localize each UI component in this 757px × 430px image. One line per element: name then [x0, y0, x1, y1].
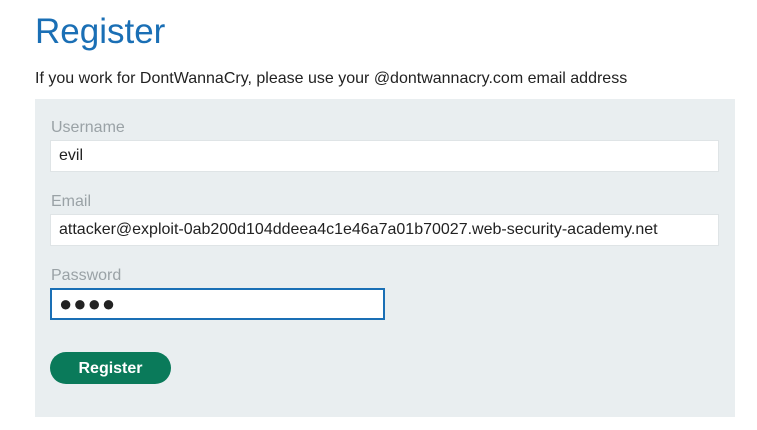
password-masked-value: ●●●● [59, 291, 117, 316]
register-notice: If you work for DontWannaCry, please use… [35, 70, 628, 87]
page-title: Register [35, 12, 166, 51]
email-label: Email [51, 193, 92, 210]
password-input[interactable]: ●●●● [50, 288, 385, 320]
register-page: Register If you work for DontWannaCry, p… [0, 0, 757, 430]
username-label: Username [51, 119, 125, 136]
username-input[interactable]: evil [50, 140, 719, 172]
password-label: Password [51, 267, 122, 284]
register-form: Username evil Email attacker@exploit-0ab… [35, 99, 735, 417]
email-input[interactable]: attacker@exploit-0ab200d104ddeea4c1e46a7… [50, 214, 719, 246]
register-button[interactable]: Register [50, 352, 171, 384]
